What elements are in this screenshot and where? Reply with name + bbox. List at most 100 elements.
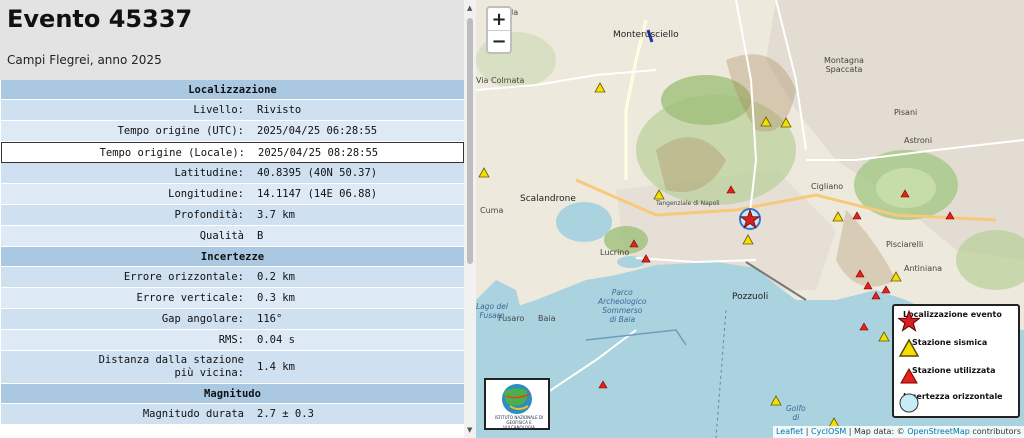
- place-label-montagna-spaccata: Montagna Spaccata: [824, 56, 864, 74]
- field-value: 1.4 km: [251, 351, 464, 383]
- place-label-line: Archeologico: [598, 297, 647, 306]
- place-label-line: Golfo: [786, 404, 806, 413]
- table-row-highlighted[interactable]: Tempo origine (Locale): 2025/04/25 08:28…: [1, 142, 464, 163]
- place-label-line: Lago del: [476, 302, 508, 311]
- scroll-down-arrow-icon[interactable]: ▼: [467, 426, 472, 434]
- zoom-out-button[interactable]: −: [488, 30, 510, 52]
- map-view[interactable]: pola Via Colmata Monterusciello Montagna…: [476, 0, 1024, 438]
- field-label: Latitudine:: [1, 163, 251, 183]
- place-label-line: di: [792, 413, 800, 422]
- place-label: Astroni: [904, 136, 933, 145]
- star-icon: [898, 310, 920, 332]
- place-label: Scalandrone: [520, 194, 576, 204]
- place-label: Lucrino: [600, 248, 630, 257]
- table-row: Errore orizzontale: 0.2 km: [1, 267, 464, 288]
- section-localizzazione: Localizzazione: [1, 80, 464, 100]
- legend-label: Stazione sismica: [912, 338, 988, 347]
- table-row: Gap angolare: 116°: [1, 309, 464, 330]
- zoom-in-button[interactable]: +: [488, 8, 510, 30]
- field-value: 0.3 km: [251, 288, 464, 308]
- osm-link[interactable]: OpenStreetMap: [907, 427, 970, 436]
- table-row: RMS: 0.04 s: [1, 330, 464, 351]
- legend-item-utilizzata: Stazione utilizzata: [898, 366, 996, 384]
- logo-text: ISTITUTO NAZIONALE DI GEOFISICA E VULCAN…: [494, 415, 544, 430]
- attrib-text: | Map data: ©: [846, 427, 908, 436]
- field-label-line1: Distanza dalla stazione: [98, 354, 244, 366]
- event-details-panel: Evento 45337 Campi Flegrei, anno 2025 Lo…: [0, 0, 476, 438]
- globe-icon: [502, 384, 532, 414]
- place-label-line: di Baia: [609, 315, 636, 324]
- event-subtitle: Campi Flegrei, anno 2025: [7, 53, 162, 67]
- place-label: Pisani: [894, 108, 918, 117]
- table-row: Tempo origine (UTC): 2025/04/25 06:28:55: [1, 121, 464, 142]
- legend-label: Stazione utilizzata: [912, 366, 996, 375]
- field-label: Livello:: [1, 100, 251, 120]
- cyclosm-link[interactable]: CyclOSM: [811, 427, 846, 436]
- field-label: Magnitudo durata: [1, 404, 251, 424]
- field-value: 0.2 km: [251, 267, 464, 287]
- place-label: Antiniana: [904, 264, 943, 273]
- place-label-lago-fusaro: Lago del Fusaro: [476, 302, 508, 320]
- place-label-line: Montagna: [824, 56, 864, 65]
- table-row: Errore verticale: 0.3 km: [1, 288, 464, 309]
- field-label: Longitudine:: [1, 184, 251, 204]
- field-label: Distanza dalla stazione più vicina:: [1, 351, 251, 383]
- field-label-line2: più vicina:: [174, 367, 244, 379]
- table-row: Longitudine: 14.1147 (14E 06.88): [1, 184, 464, 205]
- place-label-line: Sommerso: [602, 306, 643, 315]
- place-label: Baia: [538, 314, 556, 323]
- panel-scrollbar[interactable]: ▲ ▼: [464, 0, 476, 438]
- field-label: Tempo origine (UTC):: [1, 121, 251, 141]
- scroll-thumb[interactable]: [467, 18, 473, 264]
- field-value: 2.7 ± 0.3: [251, 404, 464, 424]
- legend-item-incertezza: Incertezza orizzontale: [898, 392, 1003, 413]
- place-label-line: Spaccata: [825, 65, 863, 74]
- field-label: Tempo origine (Locale):: [2, 143, 252, 162]
- table-row: Distanza dalla stazione più vicina: 1.4 …: [1, 351, 464, 384]
- triangle-yellow-icon: [898, 338, 920, 357]
- section-incertezze: Incertezze: [1, 247, 464, 267]
- field-label: Profondità:: [1, 205, 251, 225]
- place-label: Monterusciello: [613, 30, 679, 40]
- field-value: 2025/04/25 06:28:55: [251, 121, 464, 141]
- section-magnitudo: Magnitudo: [1, 384, 464, 404]
- circle-icon: [899, 393, 919, 413]
- event-table: Localizzazione Livello: Rivisto Tempo or…: [1, 80, 464, 425]
- field-label: Errore verticale:: [1, 288, 251, 308]
- table-row: Livello: Rivisto: [1, 100, 464, 121]
- legend-item-evento: Localizzazione evento: [898, 310, 1002, 332]
- attrib-text: contributors: [969, 427, 1021, 436]
- field-value: 2025/04/25 08:28:55: [252, 143, 463, 162]
- table-row: Magnitudo durata 2.7 ± 0.3: [1, 404, 464, 425]
- zoom-control: + −: [486, 6, 512, 54]
- leaflet-link[interactable]: Leaflet: [776, 427, 803, 436]
- table-row: Qualità B: [1, 226, 464, 247]
- place-label: Cuma: [480, 206, 504, 215]
- scroll-up-arrow-icon[interactable]: ▲: [467, 4, 472, 12]
- field-label: Errore orizzontale:: [1, 267, 251, 287]
- ingv-logo: ISTITUTO NAZIONALE DI GEOFISICA E VULCAN…: [484, 378, 550, 430]
- road-label: Tangenziale di Napoli: [656, 200, 720, 207]
- map-legend: Localizzazione evento Stazione sismica S…: [892, 304, 1020, 418]
- place-label-line: Fusaro: [479, 311, 505, 320]
- field-value: 0.04 s: [251, 330, 464, 350]
- map-attribution: Leaflet | CyclOSM | Map data: © OpenStre…: [772, 426, 1024, 438]
- event-header: Evento 45337 Campi Flegrei, anno 2025: [0, 0, 464, 80]
- table-row: Latitudine: 40.8395 (40N 50.37): [1, 163, 464, 184]
- place-label: Cigliano: [811, 182, 844, 191]
- field-value: B: [251, 226, 464, 246]
- place-label: Via Colmata: [476, 76, 525, 85]
- place-label: Pisciarelli: [886, 240, 924, 249]
- field-value: 14.1147 (14E 06.88): [251, 184, 464, 204]
- legend-item-sismica: Stazione sismica: [898, 338, 988, 357]
- field-value: 40.8395 (40N 50.37): [251, 163, 464, 183]
- place-label-parco-baia: Parco Archeologico Sommerso di Baia: [598, 288, 647, 324]
- field-value: 3.7 km: [251, 205, 464, 225]
- place-label: Pozzuoli: [732, 292, 769, 302]
- field-label: Gap angolare:: [1, 309, 251, 329]
- field-label: Qualità: [1, 226, 251, 246]
- triangle-red-icon: [900, 367, 918, 384]
- table-row: Profondità: 3.7 km: [1, 205, 464, 226]
- place-label-line: Parco: [611, 288, 633, 297]
- field-value: Rivisto: [251, 100, 464, 120]
